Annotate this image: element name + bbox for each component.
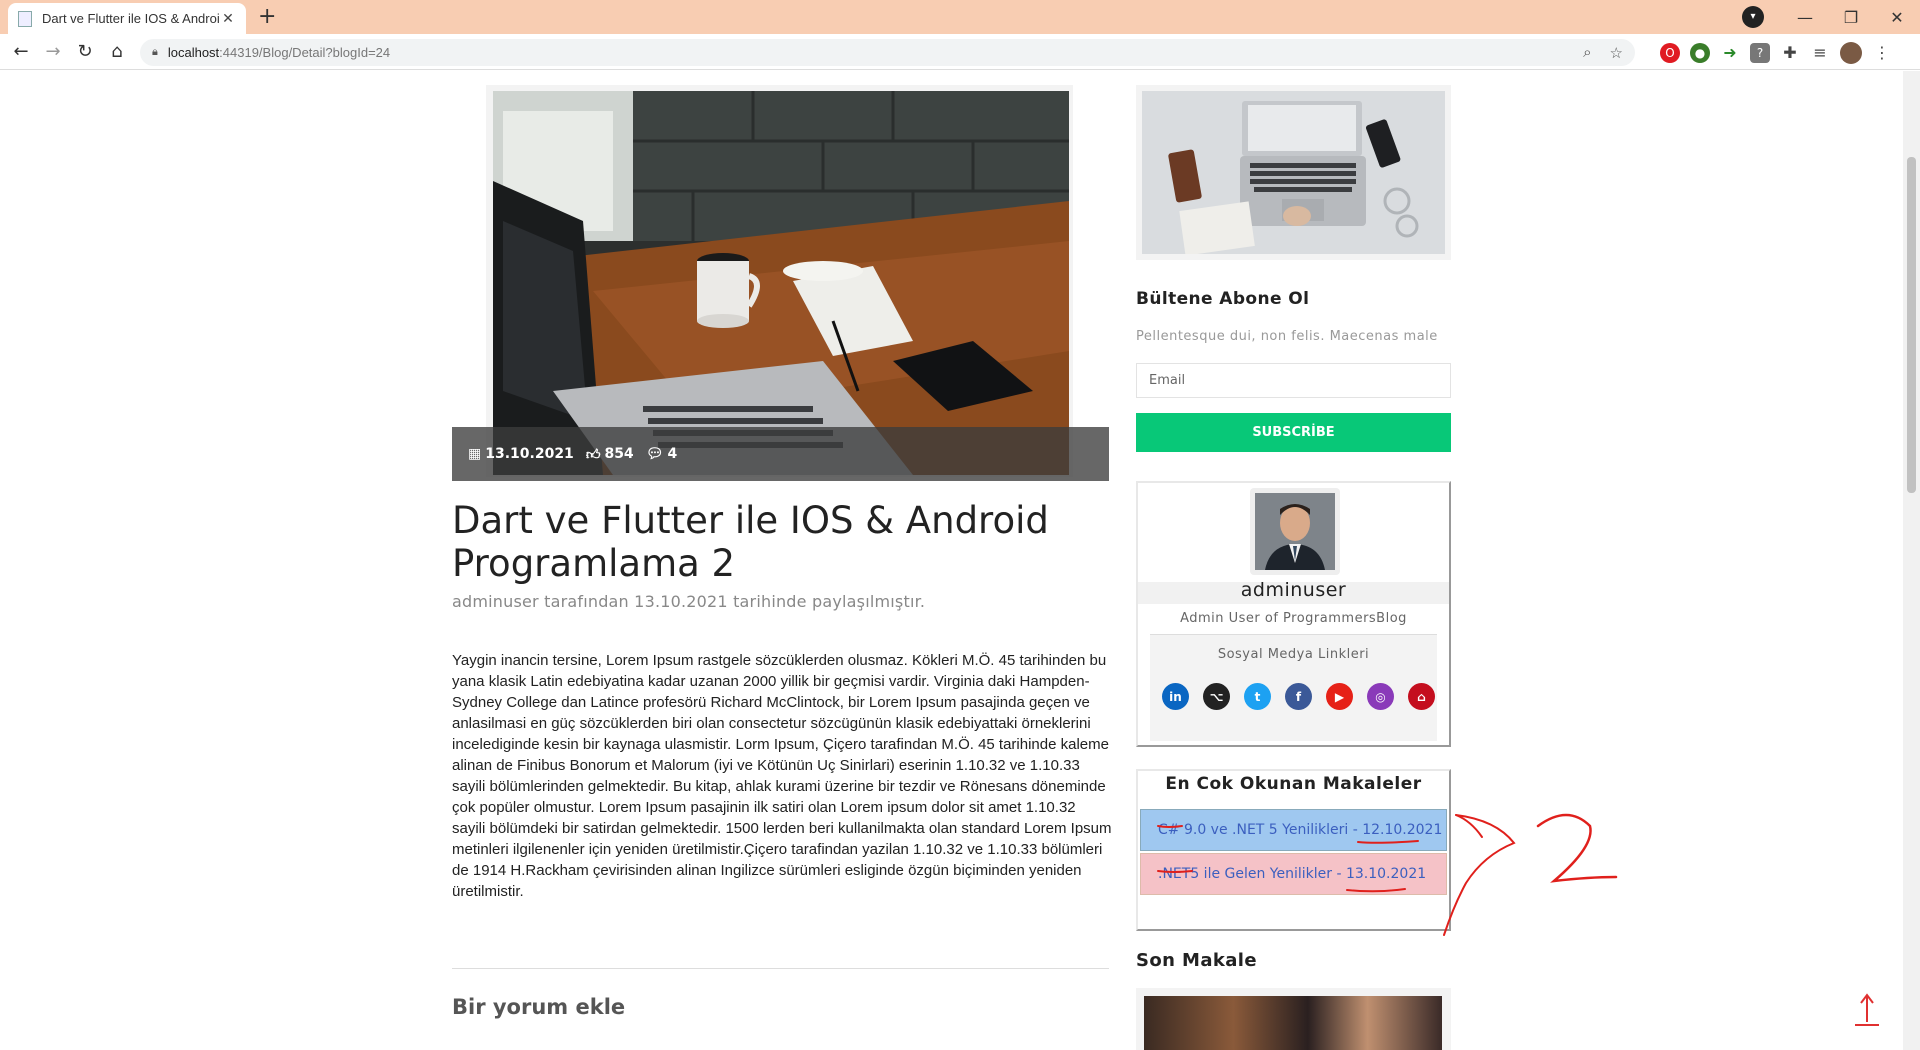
post-meta-bar: ▦ 13.10.2021 👍︎ 854 💬︎ 4 (452, 427, 1109, 481)
popular-articles-card: En Cok Okunan Makaleler C# 9.0 ve .NET 5… (1136, 769, 1451, 931)
annotation-brace (1443, 814, 1516, 936)
desk-laptop-photo (493, 91, 1069, 475)
tab-search-icon[interactable]: ▾ (1742, 6, 1764, 28)
newsletter-text: Pellentesque dui, non felis. Maecenas ma… (1136, 329, 1438, 344)
scrollbar-thumb[interactable] (1907, 157, 1916, 493)
author-photo-frame (1250, 488, 1340, 575)
home-icon[interactable]: ⌂ (106, 41, 128, 63)
back-arrow-icon[interactable]: ← (10, 41, 32, 63)
extension-icon[interactable]: ● (1690, 43, 1710, 63)
author-name: adminuser (1240, 579, 1347, 601)
post-likes: 👍︎ 854 (585, 446, 634, 463)
author-card: adminuser Admin User of ProgrammersBlog … (1136, 481, 1451, 747)
annotation-brace (1455, 814, 1483, 838)
page-icon (18, 10, 32, 27)
latest-article-title: Son Makale (1136, 950, 1257, 971)
forward-arrow-icon[interactable]: → (42, 41, 64, 63)
reload-icon[interactable]: ↻ (74, 41, 96, 63)
newsletter-email-input[interactable] (1136, 363, 1451, 398)
author-avatar (1255, 493, 1335, 570)
lock-icon[interactable]: 🔒︎ (152, 46, 158, 59)
extension-icons: O ● ➜ ? ✚ ≡ ⋮ (1660, 42, 1892, 64)
post-byline: adminuser tarafından 13.10.2021 tarihind… (452, 592, 926, 611)
zoom-icon[interactable]: ⌕ (1583, 44, 1591, 61)
profile-avatar[interactable] (1840, 42, 1862, 64)
newsletter-title: Bültene Abone Ol (1136, 289, 1310, 309)
browser-menu-icon[interactable]: ⋮ (1872, 43, 1892, 63)
laptop-desk-photo (1142, 91, 1445, 254)
thumbs-up-icon: 👍︎ (585, 446, 601, 463)
author-portrait (1255, 493, 1335, 570)
popular-article-link[interactable]: C# 9.0 ve .NET 5 Yenilikleri - 12.10.202… (1140, 809, 1447, 851)
annotation-number (1536, 813, 1618, 883)
subscribe-button[interactable]: SUBSCRİBE (1136, 413, 1451, 452)
latest-article-image[interactable] (1144, 996, 1442, 1050)
window-controls: ▾ — ❐ ✕ (1742, 0, 1920, 34)
post-date: ▦ 13.10.2021 (468, 446, 574, 462)
browser-tab-strip: Dart ve Flutter ile IOS & Android ✕ + ▾ … (0, 0, 1920, 34)
close-tab-icon[interactable]: ✕ (220, 11, 236, 27)
opera-extension-icon[interactable]: O (1660, 43, 1680, 63)
hero-image (493, 91, 1069, 475)
linkedin-icon[interactable]: in (1162, 683, 1189, 710)
calendar-icon: ▦ (468, 446, 482, 462)
page-scrollbar[interactable] (1903, 71, 1920, 1050)
address-bar[interactable]: 🔒︎ localhost:44319/Blog/Detail?blogId=24… (140, 39, 1635, 66)
restore-button[interactable]: ❐ (1828, 8, 1874, 27)
divider (452, 968, 1109, 969)
website-icon[interactable]: ⌂ (1408, 683, 1435, 710)
extension-icon[interactable]: ➜ (1720, 43, 1740, 63)
browser-toolbar: ← → ↻ ⌂ 🔒︎ localhost:44319/Blog/Detail?b… (0, 34, 1920, 70)
comment-icon: 💬︎ (645, 446, 664, 462)
browser-tab[interactable]: Dart ve Flutter ile IOS & Android ✕ (8, 3, 246, 34)
add-comment-heading: Bir yorum ekle (452, 995, 626, 1019)
extensions-puzzle-icon[interactable]: ✚ (1780, 43, 1800, 63)
instagram-icon[interactable]: ◎ (1367, 683, 1394, 710)
twitter-icon[interactable]: t (1244, 683, 1271, 710)
tab-title: Dart ve Flutter ile IOS & Android (42, 11, 220, 26)
author-description: Admin User of ProgrammersBlog (1150, 611, 1437, 635)
page-content: ▦ 13.10.2021 👍︎ 854 💬︎ 4 Dart ve Flutter il… (0, 71, 1920, 1050)
post-comment-count: 💬︎ 4 (645, 446, 678, 462)
social-links-title: Sosyal Medya Linkleri (1217, 647, 1370, 662)
youtube-icon[interactable]: ▶ (1326, 683, 1353, 710)
popular-articles-title: En Cok Okunan Makaleler (1165, 774, 1422, 794)
scroll-to-top-arrow-icon[interactable] (1852, 992, 1882, 1028)
reading-list-icon[interactable]: ≡ (1810, 43, 1830, 63)
extension-icon[interactable]: ? (1750, 43, 1770, 63)
minimize-button[interactable]: — (1782, 8, 1828, 27)
popular-article-link[interactable]: .NET5 ile Gelen Yenilikler - 13.10.2021 (1140, 853, 1447, 895)
facebook-icon[interactable]: f (1285, 683, 1312, 710)
close-window-button[interactable]: ✕ (1874, 8, 1920, 27)
sidebar-image (1142, 91, 1445, 254)
bookmark-star-icon[interactable]: ☆ (1610, 44, 1623, 62)
github-icon[interactable]: ⌥ (1203, 683, 1230, 710)
new-tab-button[interactable]: + (258, 6, 276, 28)
post-title: Dart ve Flutter ile IOS & Android Progra… (452, 499, 1049, 585)
social-links: in ⌥ t f ▶ ◎ ⌂ (1162, 683, 1435, 710)
url-text[interactable]: localhost:44319/Blog/Detail?blogId=24 (168, 45, 1565, 60)
post-body: Yaygin inancin tersine, Lorem Ipsum rast… (452, 652, 1112, 900)
